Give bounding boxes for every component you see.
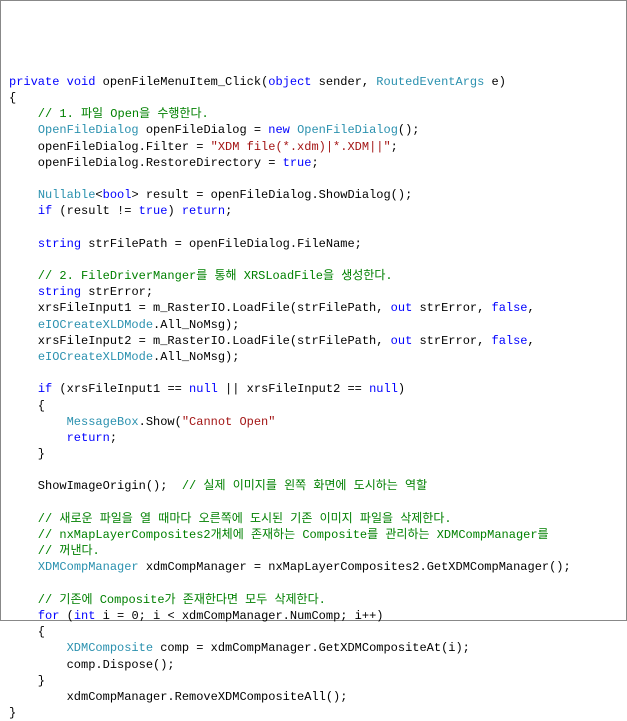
code-line: comp.Dispose(); (9, 658, 175, 672)
code-line: Nullable<bool> result = openFileDialog.S… (9, 188, 412, 202)
code-line: openFileDialog.Filter = "XDM file(*.xdm)… (9, 140, 398, 154)
code-line: eIOCreateXLDMode.All_NoMsg); (9, 350, 239, 364)
code-line: openFileDialog.RestoreDirectory = true; (9, 156, 319, 170)
code-line: XDMCompManager xdmCompManager = nxMapLay… (9, 560, 571, 574)
code-line: xdmCompManager.RemoveXDMCompositeAll(); (9, 690, 347, 704)
code-line: string strError; (9, 285, 153, 299)
code-comment: // 2. FileDriverManger를 통해 XRSLoadFile을 … (9, 269, 393, 283)
code-line: xrsFileInput1 = m_RasterIO.LoadFile(strF… (9, 301, 535, 315)
code-line: } (9, 674, 45, 688)
code-line: return; (9, 431, 117, 445)
code-line: if (result != true) return; (9, 204, 232, 218)
code-line: { (9, 625, 45, 639)
code-comment: // nxMapLayerComposites2개체에 존재하는 Composi… (9, 528, 549, 542)
code-line: private void openFileMenuItem_Click(obje… (9, 75, 506, 89)
code-line: xrsFileInput2 = m_RasterIO.LoadFile(strF… (9, 334, 535, 348)
code-line: } (9, 447, 45, 461)
code-line: MessageBox.Show("Cannot Open" (9, 415, 275, 429)
code-line: if (xrsFileInput1 == null || xrsFileInpu… (9, 382, 405, 396)
code-line: } (9, 706, 16, 720)
code-line: string strFilePath = openFileDialog.File… (9, 237, 362, 251)
code-comment: // 새로운 파일을 열 때마다 오른쪽에 도시된 기존 이미지 파일을 삭제한… (9, 512, 452, 526)
code-comment: // 꺼낸다. (9, 544, 100, 558)
code-line: XDMComposite comp = xdmCompManager.GetXD… (9, 641, 470, 655)
code-line: ShowImageOrigin(); // 실제 이미지를 왼쪽 화면에 도시하… (9, 479, 427, 493)
code-line: { (9, 91, 16, 105)
code-line: eIOCreateXLDMode.All_NoMsg); (9, 318, 239, 332)
code-line: OpenFileDialog openFileDialog = new Open… (9, 123, 420, 137)
code-comment: // 1. 파일 Open을 수행한다. (9, 107, 209, 121)
code-editor-viewport: { "code": { "line1_kw1": "private", "lin… (0, 0, 627, 621)
code-comment: // 기존에 Composite가 존재한다면 모두 삭제한다. (9, 593, 326, 607)
code-line: { (9, 399, 45, 413)
